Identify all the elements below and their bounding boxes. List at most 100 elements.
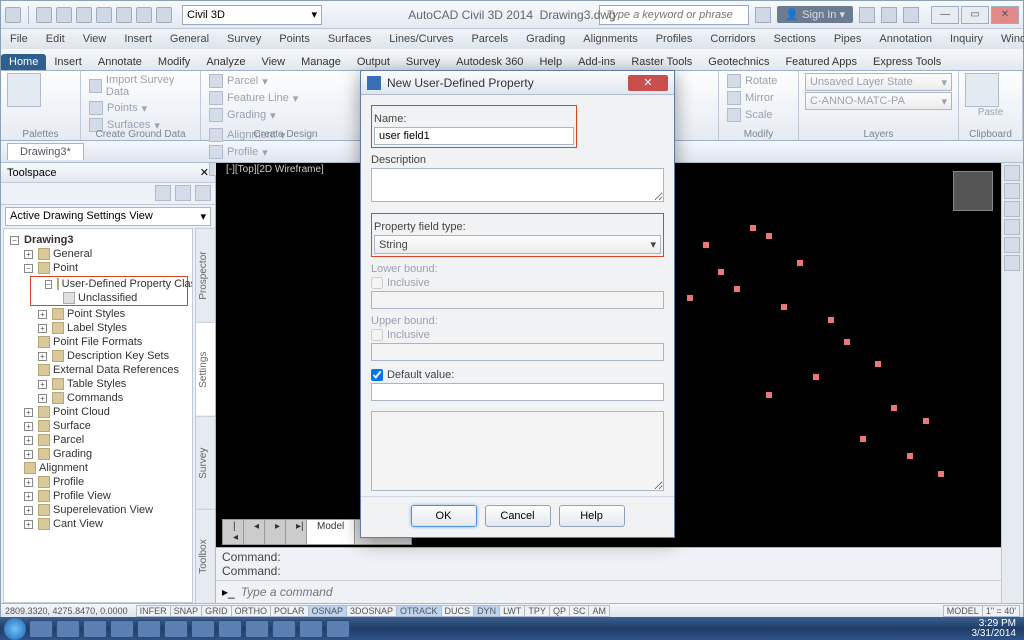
tree-item[interactable]: Point File Formats <box>10 335 190 349</box>
tree-item[interactable]: +Point Styles <box>10 307 190 321</box>
tab-annotate[interactable]: Annotate <box>90 54 150 70</box>
tree-item[interactable]: +Description Key Sets <box>10 349 190 363</box>
sb-infer[interactable]: INFER <box>136 605 171 617</box>
undo-icon[interactable] <box>136 7 152 23</box>
taskbar-app-icon[interactable] <box>83 620 107 638</box>
dialog-close-button[interactable]: ✕ <box>628 75 668 91</box>
sb-polar[interactable]: POLAR <box>270 605 309 617</box>
navbar-icon[interactable] <box>1004 201 1020 217</box>
tab-help[interactable]: Help <box>531 54 570 70</box>
ts-tool-icon[interactable] <box>155 185 171 201</box>
layout-nav-last[interactable]: ▸| <box>285 519 307 545</box>
menu-inquiry[interactable]: Inquiry <box>941 33 992 45</box>
sidetab-prospector[interactable]: Prospector <box>196 228 215 322</box>
taskbar-app-icon[interactable] <box>272 620 296 638</box>
infocenter-icon[interactable] <box>755 7 771 23</box>
tab-analyze[interactable]: Analyze <box>198 54 253 70</box>
menu-corridors[interactable]: Corridors <box>701 33 764 45</box>
menu-insert[interactable]: Insert <box>115 33 161 45</box>
toolspace-view-dropdown[interactable]: Active Drawing Settings View▾ <box>5 207 211 226</box>
menu-parcels[interactable]: Parcels <box>462 33 517 45</box>
tree-item[interactable]: +Superelevation View <box>10 503 190 517</box>
layout-nav-first[interactable]: |◂ <box>222 519 244 545</box>
sb-tpy[interactable]: TPY <box>524 605 550 617</box>
maximize-button[interactable]: ▭ <box>961 6 989 24</box>
menu-window[interactable]: Window <box>992 33 1024 45</box>
dialog-titlebar[interactable]: New User-Defined Property ✕ <box>361 71 674 95</box>
tab-modify[interactable]: Modify <box>150 54 198 70</box>
a360-icon[interactable] <box>881 7 897 23</box>
plot-icon[interactable] <box>116 7 132 23</box>
menu-grading[interactable]: Grading <box>517 33 574 45</box>
signin-button[interactable]: 👤 Sign In ▾ <box>777 6 853 23</box>
tab-home[interactable]: Home <box>1 54 46 70</box>
description-input[interactable] <box>371 168 664 202</box>
help-button[interactable]: Help <box>559 505 625 527</box>
document-tab[interactable]: Drawing3* <box>7 143 84 160</box>
tab-express[interactable]: Express Tools <box>865 54 949 70</box>
menu-linescurves[interactable]: Lines/Curves <box>380 33 462 45</box>
tree-item[interactable]: +Profile View <box>10 489 190 503</box>
menu-view[interactable]: View <box>74 33 116 45</box>
name-input[interactable] <box>374 127 574 145</box>
tree-item[interactable]: +Table Styles <box>10 377 190 391</box>
help-icon[interactable] <box>903 7 919 23</box>
taskbar-app-icon[interactable] <box>218 620 242 638</box>
menu-general[interactable]: General <box>161 33 218 45</box>
sb-scale[interactable]: 1" = 40' <box>982 605 1020 617</box>
menu-points[interactable]: Points <box>270 33 319 45</box>
open-icon[interactable] <box>56 7 72 23</box>
app-icon[interactable] <box>5 7 21 23</box>
navbar-icon[interactable] <box>1004 165 1020 181</box>
sb-ducs[interactable]: DUCS <box>441 605 475 617</box>
featureline-button[interactable]: Feature Line ▾ <box>207 90 300 106</box>
minimize-button[interactable]: — <box>931 6 959 24</box>
taskbar-app-icon[interactable] <box>56 620 80 638</box>
parcel-button[interactable]: Parcel ▾ <box>207 73 300 89</box>
command-input[interactable] <box>241 585 995 599</box>
sb-sc[interactable]: SC <box>569 605 590 617</box>
ok-button[interactable]: OK <box>411 505 477 527</box>
workspace-dropdown[interactable]: Civil 3D▾ <box>182 5 322 25</box>
sb-dyn[interactable]: DYN <box>473 605 500 617</box>
import-survey-button[interactable]: Import Survey Data <box>87 73 194 99</box>
menu-alignments[interactable]: Alignments <box>574 33 646 45</box>
tab-manage[interactable]: Manage <box>293 54 349 70</box>
tab-a360[interactable]: Autodesk 360 <box>448 54 531 70</box>
system-tray[interactable]: 3:29 PM3/31/2014 <box>972 619 1021 639</box>
sb-3dosnap[interactable]: 3DOSNAP <box>346 605 397 617</box>
tab-survey[interactable]: Survey <box>398 54 448 70</box>
sidetab-toolbox[interactable]: Toolbox <box>196 509 215 603</box>
layout-nav-prev[interactable]: ◂ <box>243 519 265 545</box>
ts-tool-icon[interactable] <box>175 185 191 201</box>
tree-item[interactable]: +Grading <box>10 447 190 461</box>
menu-bar[interactable]: File Edit View Insert General Survey Poi… <box>1 29 1023 49</box>
sb-otrack[interactable]: OTRACK <box>396 605 442 617</box>
mirror-button[interactable]: Mirror <box>725 90 792 106</box>
taskbar-app-icon[interactable] <box>137 620 161 638</box>
layout-model[interactable]: Model <box>306 519 355 545</box>
navbar-icon[interactable] <box>1004 219 1020 235</box>
tab-insert[interactable]: Insert <box>46 54 90 70</box>
layout-nav-next[interactable]: ▸ <box>264 519 286 545</box>
taskbar-app-icon[interactable] <box>191 620 215 638</box>
taskbar-app-icon[interactable] <box>326 620 350 638</box>
taskbar-app-icon[interactable] <box>29 620 53 638</box>
sb-snap[interactable]: SNAP <box>170 605 203 617</box>
tree-unclassified[interactable]: Unclassified <box>31 291 187 305</box>
taskbar-app-icon[interactable] <box>245 620 269 638</box>
menu-profiles[interactable]: Profiles <box>647 33 702 45</box>
close-button[interactable]: ✕ <box>991 6 1019 24</box>
taskbar-app-icon[interactable] <box>110 620 134 638</box>
tab-raster[interactable]: Raster Tools <box>623 54 700 70</box>
profile-button[interactable]: Profile ▾ <box>207 144 287 160</box>
tab-output[interactable]: Output <box>349 54 398 70</box>
tree-item[interactable]: Alignment <box>10 461 190 475</box>
tab-view[interactable]: View <box>253 54 293 70</box>
saveas-icon[interactable] <box>96 7 112 23</box>
menu-survey[interactable]: Survey <box>218 33 270 45</box>
redo-icon[interactable] <box>156 7 172 23</box>
clock[interactable]: 3:29 PM3/31/2014 <box>972 619 1021 639</box>
menu-annotation[interactable]: Annotation <box>870 33 941 45</box>
tree-item[interactable]: +Point Cloud <box>10 405 190 419</box>
